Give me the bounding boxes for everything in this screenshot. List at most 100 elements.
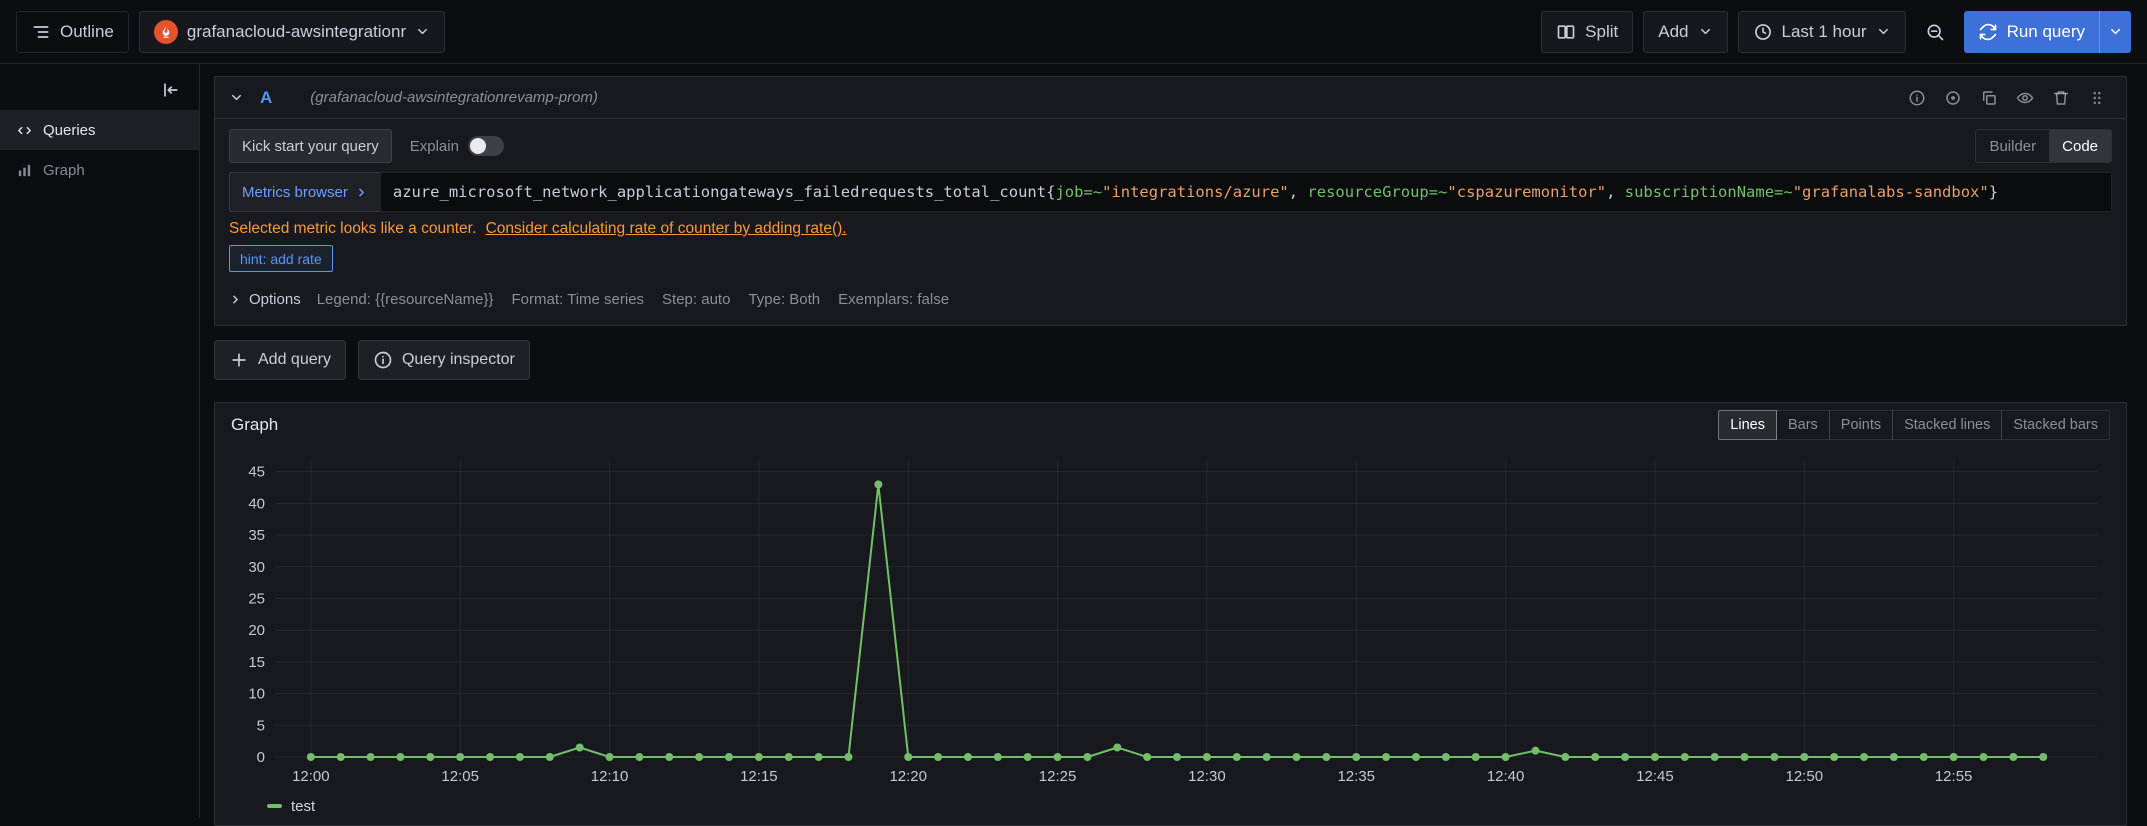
add-dropdown-button[interactable]: Add — [1643, 11, 1727, 53]
info-circle-icon — [1908, 89, 1926, 107]
run-query-label: Run query — [2007, 22, 2085, 42]
add-label: Add — [1658, 22, 1688, 42]
outline-button[interactable]: Outline — [16, 11, 129, 53]
query-help-button[interactable] — [1902, 83, 1932, 113]
query-history-button[interactable] — [1938, 83, 1968, 113]
explore-layout: Queries Graph A (grafanacloud-awsintegra… — [0, 64, 2147, 818]
graph-mode-points[interactable]: Points — [1829, 410, 1893, 440]
sidebar-item-queries[interactable]: Queries — [0, 110, 199, 150]
content-outline-sidebar: Queries Graph — [0, 64, 200, 818]
query-expression-row: Metrics browser azure_microsoft_network_… — [229, 172, 2112, 212]
plus-icon — [229, 350, 249, 370]
record-circle-icon — [1944, 89, 1962, 107]
options-summary: Legend: {{resourceName}}Format: Time ser… — [317, 291, 949, 308]
options-collapsible-header[interactable]: Options — [229, 291, 301, 308]
svg-text:12:40: 12:40 — [1487, 768, 1525, 785]
topbar-left: Outline grafanacloud-awsintegrationr — [16, 11, 445, 53]
svg-text:12:10: 12:10 — [591, 768, 629, 785]
svg-text:25: 25 — [248, 590, 265, 607]
bar-chart-icon — [16, 162, 33, 179]
query-datasource-name: (grafanacloud-awsintegrationrevamp-prom) — [310, 89, 598, 106]
graph-mode-lines[interactable]: Lines — [1718, 410, 1777, 440]
legend-item-test[interactable]: test — [215, 797, 2126, 825]
svg-text:12:15: 12:15 — [740, 768, 778, 785]
chevron-down-icon — [2108, 24, 2123, 39]
remove-query-button[interactable] — [2046, 83, 2076, 113]
warning-text: Selected metric looks like a counter. — [229, 220, 476, 237]
datasource-picker[interactable]: grafanacloud-awsintegrationr — [139, 11, 445, 53]
graph-panel: Graph Lines Bars Points Stacked lines St… — [214, 402, 2127, 826]
builder-mode-button[interactable]: Builder — [1976, 130, 2049, 162]
split-label: Split — [1585, 22, 1618, 42]
add-query-button[interactable]: Add query — [214, 340, 346, 380]
zoom-out-time-button[interactable] — [1916, 11, 1954, 53]
collapse-sidebar-button[interactable] — [151, 74, 189, 106]
svg-text:12:55: 12:55 — [1935, 768, 1973, 785]
run-query-split-button: Run query — [1964, 11, 2131, 53]
svg-text:12:00: 12:00 — [292, 768, 330, 785]
svg-text:15: 15 — [248, 654, 265, 671]
sidebar-item-graph[interactable]: Graph — [0, 150, 199, 190]
graph-mode-bars[interactable]: Bars — [1776, 410, 1830, 440]
time-range-label: Last 1 hour — [1782, 22, 1867, 42]
query-header-actions — [1902, 83, 2112, 113]
explain-toggle[interactable] — [468, 136, 504, 156]
svg-text:12:45: 12:45 — [1636, 768, 1674, 785]
query-ref-id: A — [260, 88, 272, 108]
drag-query-handle[interactable] — [2082, 83, 2112, 113]
metrics-browser-label: Metrics browser — [242, 184, 348, 201]
svg-text:5: 5 — [257, 717, 265, 734]
svg-text:12:05: 12:05 — [441, 768, 479, 785]
options-label: Options — [249, 291, 301, 308]
topbar-right: Split Add Last 1 hour — [1541, 11, 2131, 53]
run-query-interval-dropdown[interactable] — [2099, 11, 2131, 53]
metrics-browser-button[interactable]: Metrics browser — [229, 172, 380, 212]
eye-icon — [2016, 89, 2034, 107]
sidebar-header — [0, 70, 199, 110]
query-editor-panel: A (grafanacloud-awsintegrationrevamp-pro… — [214, 76, 2127, 326]
datasource-label: grafanacloud-awsintegrationr — [187, 22, 406, 42]
option-summary-item: Type: Both — [748, 291, 820, 308]
kick-start-query-button[interactable]: Kick start your query — [229, 129, 392, 163]
svg-text:12:50: 12:50 — [1786, 768, 1824, 785]
chevron-down-icon[interactable] — [229, 90, 244, 105]
graph-canvas[interactable]: 05101520253035404512:0012:0512:1012:1512… — [223, 447, 2113, 797]
query-label-matchers: {job=~"integrations/azure", resourceGrou… — [1046, 183, 1998, 201]
svg-text:12:30: 12:30 — [1188, 768, 1226, 785]
split-button[interactable]: Split — [1541, 11, 1633, 53]
time-range-picker[interactable]: Last 1 hour — [1738, 11, 1906, 53]
toggle-knob — [470, 138, 486, 154]
query-options-row: Options Legend: {{resourceName}}Format: … — [229, 285, 2112, 313]
refresh-icon — [1978, 22, 1998, 42]
graph-mode-stacked-lines[interactable]: Stacked lines — [1892, 410, 2002, 440]
graph-panel-title: Graph — [231, 415, 278, 435]
query-expression-input[interactable]: azure_microsoft_network_applicationgatew… — [380, 172, 2112, 212]
option-summary-item: Legend: {{resourceName}} — [317, 291, 494, 308]
duplicate-query-button[interactable] — [1974, 83, 2004, 113]
disable-query-button[interactable] — [2010, 83, 2040, 113]
svg-text:35: 35 — [248, 527, 265, 544]
svg-text:12:35: 12:35 — [1337, 768, 1375, 785]
prometheus-icon — [154, 20, 178, 44]
query-actions-row: Add query Query inspector — [214, 340, 2127, 380]
svg-text:45: 45 — [248, 464, 265, 481]
graph-panel-header: Graph Lines Bars Points Stacked lines St… — [215, 403, 2126, 447]
hint-add-rate-button[interactable]: hint: add rate — [229, 245, 333, 272]
outline-icon — [31, 22, 51, 42]
series-name: test — [291, 798, 315, 815]
code-mode-button[interactable]: Code — [2049, 130, 2111, 162]
sidebar-item-label: Queries — [43, 122, 96, 139]
collapse-left-icon — [160, 80, 180, 100]
kick-start-label: Kick start your query — [242, 138, 379, 155]
svg-text:40: 40 — [248, 495, 265, 512]
clock-icon — [1753, 22, 1773, 42]
warning-action-link[interactable]: Consider calculating rate of counter by … — [486, 220, 847, 237]
top-bar: Outline grafanacloud-awsintegrationr Spl… — [0, 0, 2147, 64]
svg-text:20: 20 — [248, 622, 265, 639]
graph-mode-stacked-bars[interactable]: Stacked bars — [2001, 410, 2110, 440]
run-query-button[interactable]: Run query — [1964, 11, 2099, 53]
svg-text:0: 0 — [257, 749, 265, 766]
query-row-header[interactable]: A (grafanacloud-awsintegrationrevamp-pro… — [215, 77, 2126, 119]
svg-text:12:20: 12:20 — [889, 768, 927, 785]
query-inspector-button[interactable]: Query inspector — [358, 340, 530, 380]
